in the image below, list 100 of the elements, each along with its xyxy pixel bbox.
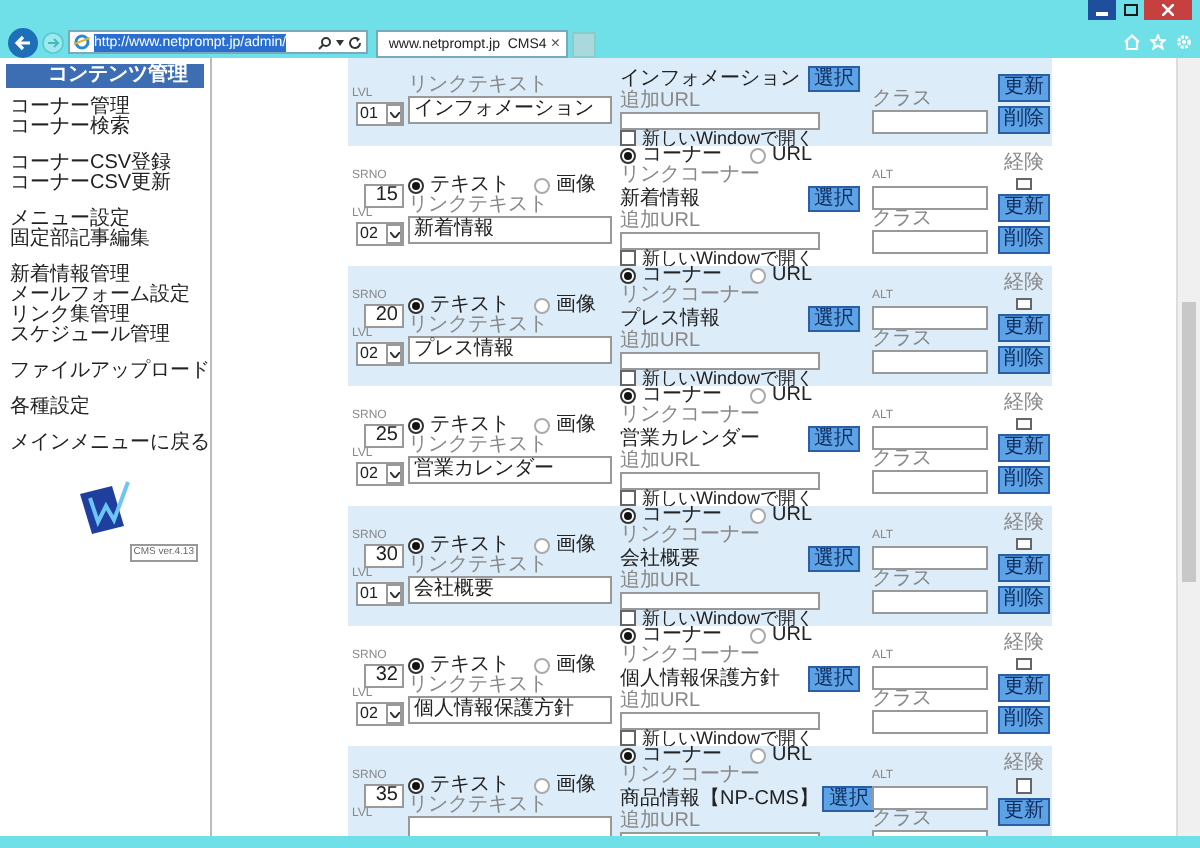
radio-button[interactable] xyxy=(620,268,636,284)
radio-button[interactable] xyxy=(750,508,766,524)
forward-button[interactable] xyxy=(42,31,64,53)
button[interactable]: 選択 xyxy=(808,306,860,332)
url-field[interactable] xyxy=(620,592,820,610)
url-field[interactable] xyxy=(620,112,820,130)
radio-button[interactable] xyxy=(408,177,424,193)
button[interactable]: 選択 xyxy=(808,186,860,212)
button[interactable]: 更新 xyxy=(998,554,1050,582)
button[interactable]: 更新 xyxy=(998,434,1050,462)
button[interactable]: 削除 xyxy=(998,346,1050,374)
alt-field[interactable] xyxy=(872,426,988,450)
button[interactable]: 更新 xyxy=(998,194,1050,222)
radio-button[interactable] xyxy=(620,748,636,764)
button[interactable]: 更新 xyxy=(998,674,1050,702)
button[interactable]: 削除 xyxy=(998,586,1050,614)
button[interactable]: 更新 xyxy=(998,314,1050,342)
number-field[interactable]: 20 xyxy=(364,304,404,328)
radio-button[interactable] xyxy=(408,297,424,313)
sidebar-link[interactable]: コーナーCSV更新 xyxy=(10,174,172,194)
button[interactable]: 更新 xyxy=(998,798,1050,826)
checkbox[interactable] xyxy=(1016,538,1032,550)
checkbox[interactable] xyxy=(620,490,636,506)
level-select[interactable]: 02 xyxy=(356,702,404,726)
alt-field[interactable] xyxy=(872,666,988,690)
number-field[interactable]: 15 xyxy=(364,184,404,208)
checkbox[interactable] xyxy=(1016,658,1032,670)
link-text-field[interactable] xyxy=(408,816,612,836)
button[interactable]: 選択 xyxy=(822,786,875,812)
minimize-button[interactable] xyxy=(1088,0,1116,20)
link-text-field[interactable]: インフォメーション xyxy=(408,96,612,124)
caret-icon[interactable] xyxy=(336,39,344,45)
checkbox[interactable] xyxy=(1016,778,1032,794)
radio-button[interactable] xyxy=(750,148,766,164)
alt-field[interactable] xyxy=(872,786,988,810)
sidebar-link[interactable]: コーナーCSV登録 xyxy=(10,154,172,174)
close-tab-button[interactable]: × xyxy=(550,36,560,52)
radio-button[interactable] xyxy=(750,388,766,404)
class-field[interactable] xyxy=(872,230,988,254)
button[interactable]: 選択 xyxy=(808,666,860,692)
radio-button[interactable] xyxy=(534,177,550,193)
scrollbar-thumb[interactable] xyxy=(1182,302,1196,582)
level-select[interactable]: 02 xyxy=(356,462,404,486)
class-field[interactable] xyxy=(872,590,988,614)
settings-icon[interactable] xyxy=(1176,34,1192,50)
checkbox[interactable] xyxy=(620,610,636,626)
sidebar-link[interactable]: リンク集管理 xyxy=(10,306,130,326)
url-field[interactable] xyxy=(620,232,820,250)
level-select[interactable]: 02 xyxy=(356,342,404,366)
radio-button[interactable] xyxy=(534,297,550,313)
home-icon[interactable] xyxy=(1124,34,1140,50)
link-text-field[interactable]: 個人情報保護方針 xyxy=(408,696,612,724)
sidebar-link[interactable]: コーナー管理 xyxy=(10,98,130,118)
level-select[interactable]: 02 xyxy=(356,222,404,246)
class-field[interactable] xyxy=(872,470,988,494)
sidebar-link[interactable]: 固定部記事編集 xyxy=(10,230,150,250)
checkbox[interactable] xyxy=(1016,298,1032,310)
number-field[interactable]: 25 xyxy=(364,424,404,448)
scrollbar[interactable] xyxy=(1176,58,1200,836)
number-field[interactable]: 35 xyxy=(364,784,404,808)
button[interactable]: 削除 xyxy=(998,226,1050,254)
sidebar-link[interactable]: メールフォーム設定 xyxy=(10,286,190,306)
checkbox[interactable] xyxy=(620,250,636,266)
link-text-field[interactable]: 新着情報 xyxy=(408,216,612,244)
sidebar-link[interactable]: 各種設定 xyxy=(10,398,90,418)
close-button[interactable] xyxy=(1144,0,1192,20)
radio-button[interactable] xyxy=(408,537,424,553)
alt-field[interactable] xyxy=(872,546,988,570)
radio-button[interactable] xyxy=(534,537,550,553)
radio-button[interactable] xyxy=(620,148,636,164)
radio-button[interactable] xyxy=(534,657,550,673)
radio-button[interactable] xyxy=(750,628,766,644)
button[interactable]: 削除 xyxy=(998,706,1050,734)
number-field[interactable]: 30 xyxy=(364,544,404,568)
radio-button[interactable] xyxy=(620,388,636,404)
radio-button[interactable] xyxy=(408,417,424,433)
checkbox[interactable] xyxy=(1016,178,1032,190)
checkbox[interactable] xyxy=(620,730,636,746)
radio-button[interactable] xyxy=(620,508,636,524)
link-text-field[interactable]: 営業カレンダー xyxy=(408,456,612,484)
back-button[interactable] xyxy=(8,27,38,57)
checkbox[interactable] xyxy=(1016,418,1032,430)
alt-field[interactable] xyxy=(872,186,988,210)
sidebar-link[interactable]: ファイルアップロード xyxy=(10,362,210,382)
sidebar-link[interactable]: 新着情報管理 xyxy=(10,266,130,286)
sidebar-link[interactable]: スケジュール管理 xyxy=(10,326,170,346)
radio-button[interactable] xyxy=(750,268,766,284)
button[interactable]: 選択 xyxy=(808,66,860,92)
button[interactable]: 選択 xyxy=(808,546,860,572)
sidebar-link[interactable]: コーナー検索 xyxy=(10,118,130,138)
button[interactable]: 選択 xyxy=(808,426,860,452)
link-text-field[interactable]: 会社概要 xyxy=(408,576,612,604)
class-field[interactable] xyxy=(872,710,988,734)
number-field[interactable]: 32 xyxy=(364,664,404,688)
button[interactable]: 更新 xyxy=(998,74,1050,102)
button[interactable]: 削除 xyxy=(998,466,1050,494)
url-field[interactable] xyxy=(620,352,820,370)
radio-button[interactable] xyxy=(408,657,424,673)
star-icon[interactable] xyxy=(1150,34,1166,50)
sidebar-link[interactable]: メニュー設定 xyxy=(10,210,130,230)
